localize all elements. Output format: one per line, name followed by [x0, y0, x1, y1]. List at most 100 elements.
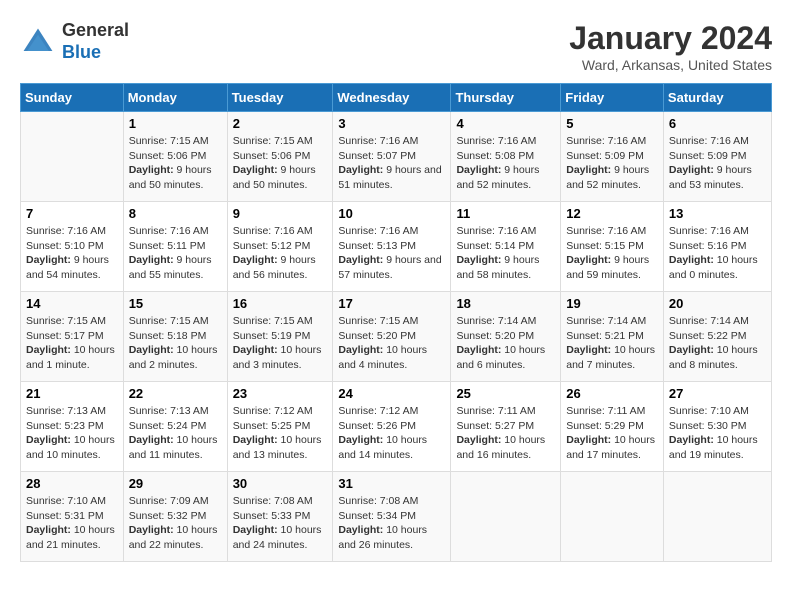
header-friday: Friday [561, 84, 664, 112]
day-number: 28 [26, 476, 118, 491]
calendar-week-row: 1 Sunrise: 7:15 AM Sunset: 5:06 PM Dayli… [21, 112, 772, 202]
day-number: 5 [566, 116, 658, 131]
day-info: Sunrise: 7:12 AM Sunset: 5:25 PM Dayligh… [233, 404, 328, 463]
day-info: Sunrise: 7:16 AM Sunset: 5:15 PM Dayligh… [566, 224, 658, 283]
calendar-cell: 18 Sunrise: 7:14 AM Sunset: 5:20 PM Dayl… [451, 292, 561, 382]
day-info: Sunrise: 7:16 AM Sunset: 5:09 PM Dayligh… [669, 134, 766, 193]
calendar-cell: 26 Sunrise: 7:11 AM Sunset: 5:29 PM Dayl… [561, 382, 664, 472]
calendar-week-row: 28 Sunrise: 7:10 AM Sunset: 5:31 PM Dayl… [21, 472, 772, 562]
calendar-cell [663, 472, 771, 562]
day-info: Sunrise: 7:16 AM Sunset: 5:16 PM Dayligh… [669, 224, 766, 283]
calendar-cell [21, 112, 124, 202]
calendar-cell: 25 Sunrise: 7:11 AM Sunset: 5:27 PM Dayl… [451, 382, 561, 472]
day-info: Sunrise: 7:15 AM Sunset: 5:20 PM Dayligh… [338, 314, 445, 373]
day-number: 16 [233, 296, 328, 311]
calendar-cell: 30 Sunrise: 7:08 AM Sunset: 5:33 PM Dayl… [227, 472, 333, 562]
calendar-cell: 10 Sunrise: 7:16 AM Sunset: 5:13 PM Dayl… [333, 202, 451, 292]
calendar-cell: 27 Sunrise: 7:10 AM Sunset: 5:30 PM Dayl… [663, 382, 771, 472]
header-tuesday: Tuesday [227, 84, 333, 112]
day-info: Sunrise: 7:15 AM Sunset: 5:18 PM Dayligh… [129, 314, 222, 373]
day-info: Sunrise: 7:16 AM Sunset: 5:14 PM Dayligh… [456, 224, 555, 283]
day-info: Sunrise: 7:16 AM Sunset: 5:13 PM Dayligh… [338, 224, 445, 283]
day-number: 8 [129, 206, 222, 221]
calendar-cell: 11 Sunrise: 7:16 AM Sunset: 5:14 PM Dayl… [451, 202, 561, 292]
day-number: 10 [338, 206, 445, 221]
day-info: Sunrise: 7:15 AM Sunset: 5:06 PM Dayligh… [233, 134, 328, 193]
calendar-week-row: 14 Sunrise: 7:15 AM Sunset: 5:17 PM Dayl… [21, 292, 772, 382]
calendar-cell: 19 Sunrise: 7:14 AM Sunset: 5:21 PM Dayl… [561, 292, 664, 382]
calendar-cell [561, 472, 664, 562]
header-monday: Monday [123, 84, 227, 112]
calendar-cell: 12 Sunrise: 7:16 AM Sunset: 5:15 PM Dayl… [561, 202, 664, 292]
day-number: 1 [129, 116, 222, 131]
day-number: 24 [338, 386, 445, 401]
logo-text: General Blue [62, 20, 129, 63]
day-info: Sunrise: 7:15 AM Sunset: 5:17 PM Dayligh… [26, 314, 118, 373]
calendar-cell: 6 Sunrise: 7:16 AM Sunset: 5:09 PM Dayli… [663, 112, 771, 202]
calendar-cell: 21 Sunrise: 7:13 AM Sunset: 5:23 PM Dayl… [21, 382, 124, 472]
day-number: 19 [566, 296, 658, 311]
logo-icon [20, 24, 56, 60]
calendar-cell: 3 Sunrise: 7:16 AM Sunset: 5:07 PM Dayli… [333, 112, 451, 202]
calendar-cell: 24 Sunrise: 7:12 AM Sunset: 5:26 PM Dayl… [333, 382, 451, 472]
header-thursday: Thursday [451, 84, 561, 112]
day-number: 6 [669, 116, 766, 131]
page-header: General Blue January 2024 Ward, Arkansas… [20, 20, 772, 73]
day-number: 18 [456, 296, 555, 311]
calendar-table: SundayMondayTuesdayWednesdayThursdayFrid… [20, 83, 772, 562]
day-number: 29 [129, 476, 222, 491]
calendar-cell [451, 472, 561, 562]
day-info: Sunrise: 7:16 AM Sunset: 5:11 PM Dayligh… [129, 224, 222, 283]
month-title: January 2024 [569, 20, 772, 57]
calendar-cell: 29 Sunrise: 7:09 AM Sunset: 5:32 PM Dayl… [123, 472, 227, 562]
location: Ward, Arkansas, United States [569, 57, 772, 73]
day-info: Sunrise: 7:10 AM Sunset: 5:31 PM Dayligh… [26, 494, 118, 553]
calendar-header-row: SundayMondayTuesdayWednesdayThursdayFrid… [21, 84, 772, 112]
day-number: 30 [233, 476, 328, 491]
day-info: Sunrise: 7:08 AM Sunset: 5:34 PM Dayligh… [338, 494, 445, 553]
day-number: 22 [129, 386, 222, 401]
calendar-week-row: 21 Sunrise: 7:13 AM Sunset: 5:23 PM Dayl… [21, 382, 772, 472]
day-number: 15 [129, 296, 222, 311]
day-number: 14 [26, 296, 118, 311]
day-number: 27 [669, 386, 766, 401]
header-saturday: Saturday [663, 84, 771, 112]
header-wednesday: Wednesday [333, 84, 451, 112]
calendar-cell: 17 Sunrise: 7:15 AM Sunset: 5:20 PM Dayl… [333, 292, 451, 382]
day-info: Sunrise: 7:16 AM Sunset: 5:08 PM Dayligh… [456, 134, 555, 193]
day-number: 26 [566, 386, 658, 401]
day-number: 2 [233, 116, 328, 131]
day-number: 13 [669, 206, 766, 221]
day-number: 11 [456, 206, 555, 221]
day-info: Sunrise: 7:14 AM Sunset: 5:21 PM Dayligh… [566, 314, 658, 373]
calendar-cell: 22 Sunrise: 7:13 AM Sunset: 5:24 PM Dayl… [123, 382, 227, 472]
day-info: Sunrise: 7:16 AM Sunset: 5:09 PM Dayligh… [566, 134, 658, 193]
calendar-cell: 9 Sunrise: 7:16 AM Sunset: 5:12 PM Dayli… [227, 202, 333, 292]
day-info: Sunrise: 7:13 AM Sunset: 5:24 PM Dayligh… [129, 404, 222, 463]
day-number: 23 [233, 386, 328, 401]
header-sunday: Sunday [21, 84, 124, 112]
calendar-cell: 2 Sunrise: 7:15 AM Sunset: 5:06 PM Dayli… [227, 112, 333, 202]
logo-general-text: General [62, 20, 129, 40]
calendar-cell: 31 Sunrise: 7:08 AM Sunset: 5:34 PM Dayl… [333, 472, 451, 562]
day-info: Sunrise: 7:10 AM Sunset: 5:30 PM Dayligh… [669, 404, 766, 463]
day-number: 20 [669, 296, 766, 311]
calendar-cell: 20 Sunrise: 7:14 AM Sunset: 5:22 PM Dayl… [663, 292, 771, 382]
day-number: 3 [338, 116, 445, 131]
day-info: Sunrise: 7:11 AM Sunset: 5:29 PM Dayligh… [566, 404, 658, 463]
day-info: Sunrise: 7:13 AM Sunset: 5:23 PM Dayligh… [26, 404, 118, 463]
calendar-cell: 4 Sunrise: 7:16 AM Sunset: 5:08 PM Dayli… [451, 112, 561, 202]
day-number: 21 [26, 386, 118, 401]
day-info: Sunrise: 7:16 AM Sunset: 5:12 PM Dayligh… [233, 224, 328, 283]
calendar-cell: 1 Sunrise: 7:15 AM Sunset: 5:06 PM Dayli… [123, 112, 227, 202]
day-number: 25 [456, 386, 555, 401]
calendar-cell: 23 Sunrise: 7:12 AM Sunset: 5:25 PM Dayl… [227, 382, 333, 472]
day-info: Sunrise: 7:15 AM Sunset: 5:06 PM Dayligh… [129, 134, 222, 193]
calendar-cell: 8 Sunrise: 7:16 AM Sunset: 5:11 PM Dayli… [123, 202, 227, 292]
day-info: Sunrise: 7:14 AM Sunset: 5:22 PM Dayligh… [669, 314, 766, 373]
day-info: Sunrise: 7:09 AM Sunset: 5:32 PM Dayligh… [129, 494, 222, 553]
day-info: Sunrise: 7:08 AM Sunset: 5:33 PM Dayligh… [233, 494, 328, 553]
day-number: 17 [338, 296, 445, 311]
day-number: 4 [456, 116, 555, 131]
calendar-cell: 28 Sunrise: 7:10 AM Sunset: 5:31 PM Dayl… [21, 472, 124, 562]
